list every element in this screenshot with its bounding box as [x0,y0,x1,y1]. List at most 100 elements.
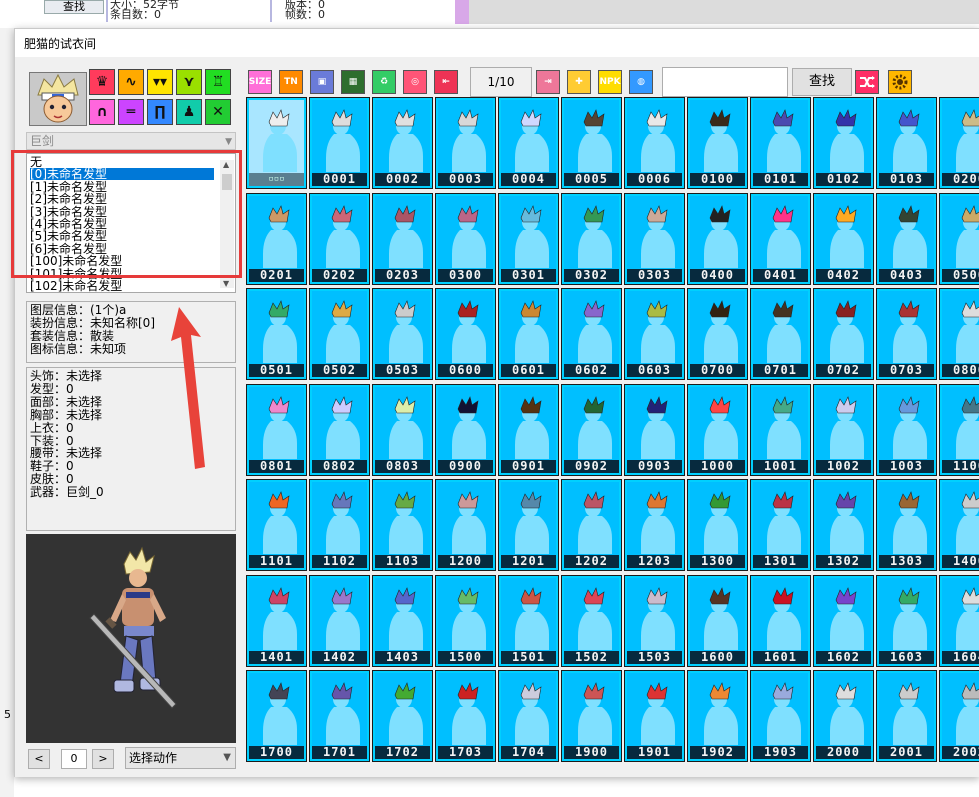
hairstyle-item[interactable]: 1704 [498,670,559,762]
hairstyle-item[interactable]: 1302 [813,479,874,571]
hairstyle-item[interactable]: 1902 [687,670,748,762]
background-search-button[interactable]: 查找 [44,0,104,14]
shirt-icon[interactable]: ∩ [89,99,115,125]
hairstyle-item[interactable]: 1903 [750,670,811,762]
hairstyle-item[interactable]: 0401 [750,192,811,285]
hairstyle-item[interactable]: 0203 [372,192,433,285]
hairstyle-item[interactable]: 2002 [939,670,979,762]
hairstyle-item[interactable]: 1003 [876,383,937,476]
search-input[interactable] [662,67,788,97]
hairstyle-item[interactable]: 1702 [372,670,433,762]
hairstyle-item[interactable]: 0402 [813,192,874,285]
list-scrollbar[interactable]: ▲ ▼ [220,160,234,288]
list-item[interactable]: [0]未命名发型 [30,168,214,181]
hairstyle-item[interactable]: 1502 [561,574,622,667]
character-avatar-button[interactable] [29,72,87,126]
wings-icon[interactable]: ⋎ [176,69,202,95]
hairstyle-item[interactable]: 1602 [813,574,874,667]
hairstyle-item[interactable]: 1601 [750,574,811,667]
list-item[interactable]: [2]未命名发型 [30,193,107,205]
glasses-icon[interactable]: ▾▾ [147,69,173,95]
hairstyle-list[interactable]: 无 [0]未命名发型 [1]未命名发型 [2]未命名发型 [3]未命名发型 [4]未命名发… [26,153,236,293]
pants-icon[interactable]: ∏ [147,99,173,125]
prev-frame-button[interactable]: < [28,749,50,769]
hairstyle-item[interactable]: 0001 [309,97,370,189]
hairstyle-item[interactable]: 0702 [813,288,874,380]
hairstyle-item[interactable]: 1603 [876,574,937,667]
hairstyle-item[interactable]: 0300 [435,192,496,285]
size-icon[interactable]: SIZE [248,70,272,94]
npk-icon[interactable]: NPK [598,70,622,94]
hairstyle-item[interactable]: 0803 [372,383,433,476]
hairstyle-item[interactable]: 0200 [939,97,979,189]
hairstyle-item[interactable]: 1000 [687,383,748,476]
globe-icon[interactable]: ◍ [629,70,653,94]
film-icon[interactable]: ▦ [341,70,365,94]
shuffle-icon[interactable] [855,70,879,94]
hairstyle-item[interactable]: 0201 [246,192,307,285]
hairstyle-item[interactable]: 0006 [624,97,685,189]
hairstyle-item[interactable]: 0602 [561,288,622,380]
hairstyle-item[interactable]: 0600 [435,288,496,380]
hairstyle-item[interactable]: 1600 [687,574,748,667]
hairstyle-item[interactable]: 0004 [498,97,559,189]
hairstyle-item[interactable]: 0103 [876,97,937,189]
hairstyle-item[interactable]: 1901 [624,670,685,762]
hairstyle-item[interactable]: 0101 [750,97,811,189]
hairstyle-item[interactable]: 2000 [813,670,874,762]
hairstyle-item[interactable]: 1701 [309,670,370,762]
hairstyle-item[interactable]: 1501 [498,574,559,667]
hairstyle-item[interactable]: 0700 [687,288,748,380]
gift-icon[interactable]: ✚ [567,70,591,94]
list-item[interactable]: [5]未命名发型 [30,230,107,242]
figure-icon[interactable]: ♟ [176,99,202,125]
scrollbar-thumb[interactable] [222,174,232,190]
gear-icon[interactable] [888,70,912,94]
hairstyle-item[interactable]: 0903 [624,383,685,476]
coat-icon[interactable]: ♖ [205,69,231,95]
hairstyle-item[interactable]: 1103 [372,479,433,571]
hairstyle-item[interactable]: 0400 [687,192,748,285]
hairstyle-item[interactable]: 0301 [498,192,559,285]
hairstyle-item[interactable]: 1203 [624,479,685,571]
hairstyle-item[interactable]: 1503 [624,574,685,667]
action-select[interactable]: 选择动作 ▼ [125,747,236,769]
tn-icon[interactable]: TN [279,70,303,94]
hairstyle-item[interactable]: 1202 [561,479,622,571]
hairstyle-item[interactable]: 0003 [435,97,496,189]
hairstyle-item[interactable]: 0900 [435,383,496,476]
book-icon[interactable]: ▣ [310,70,334,94]
hairstyle-item[interactable]: 0601 [498,288,559,380]
hairstyle-item[interactable]: 0500 [939,192,979,285]
list-item[interactable]: [6]未命名发型 [30,243,107,255]
hairstyle-item[interactable]: 1700 [246,670,307,762]
scroll-down-icon[interactable]: ▼ [223,279,229,288]
hairstyle-item[interactable]: 0902 [561,383,622,476]
hairstyle-item[interactable]: 1101 [246,479,307,571]
swords-icon[interactable]: ✕ [205,99,231,125]
frame-number-field[interactable]: 0 [61,749,87,769]
hairstyle-item[interactable]: 2001 [876,670,937,762]
shirt-refresh-icon[interactable]: ♻ [372,70,396,94]
hairstyle-item[interactable]: 1100 [939,383,979,476]
hairstyle-item[interactable]: 1300 [687,479,748,571]
hairstyle-item[interactable]: 0502 [309,288,370,380]
hairstyle-item[interactable]: 1303 [876,479,937,571]
list-item[interactable]: [100]未命名发型 [30,255,122,267]
target-icon[interactable]: ◎ [403,70,427,94]
hairstyle-item[interactable]: 1604 [939,574,979,667]
hairstyle-item[interactable]: 0303 [624,192,685,285]
hairstyle-item[interactable]: 0005 [561,97,622,189]
hairstyle-item[interactable]: 1500 [435,574,496,667]
import-icon[interactable]: ⇤ [434,70,458,94]
hairstyle-item[interactable]: 0403 [876,192,937,285]
hairstyle-item[interactable]: ▫▫▫ [246,97,307,189]
hair-icon[interactable]: ∿ [118,69,144,95]
scroll-up-icon[interactable]: ▲ [223,160,229,169]
hairstyle-item[interactable]: 1403 [372,574,433,667]
hairstyle-item[interactable]: 0503 [372,288,433,380]
hairstyle-item[interactable]: 0701 [750,288,811,380]
list-item[interactable]: [3]未命名发型 [30,206,107,218]
hairstyle-item[interactable]: 0603 [624,288,685,380]
hairstyle-item[interactable]: 1102 [309,479,370,571]
